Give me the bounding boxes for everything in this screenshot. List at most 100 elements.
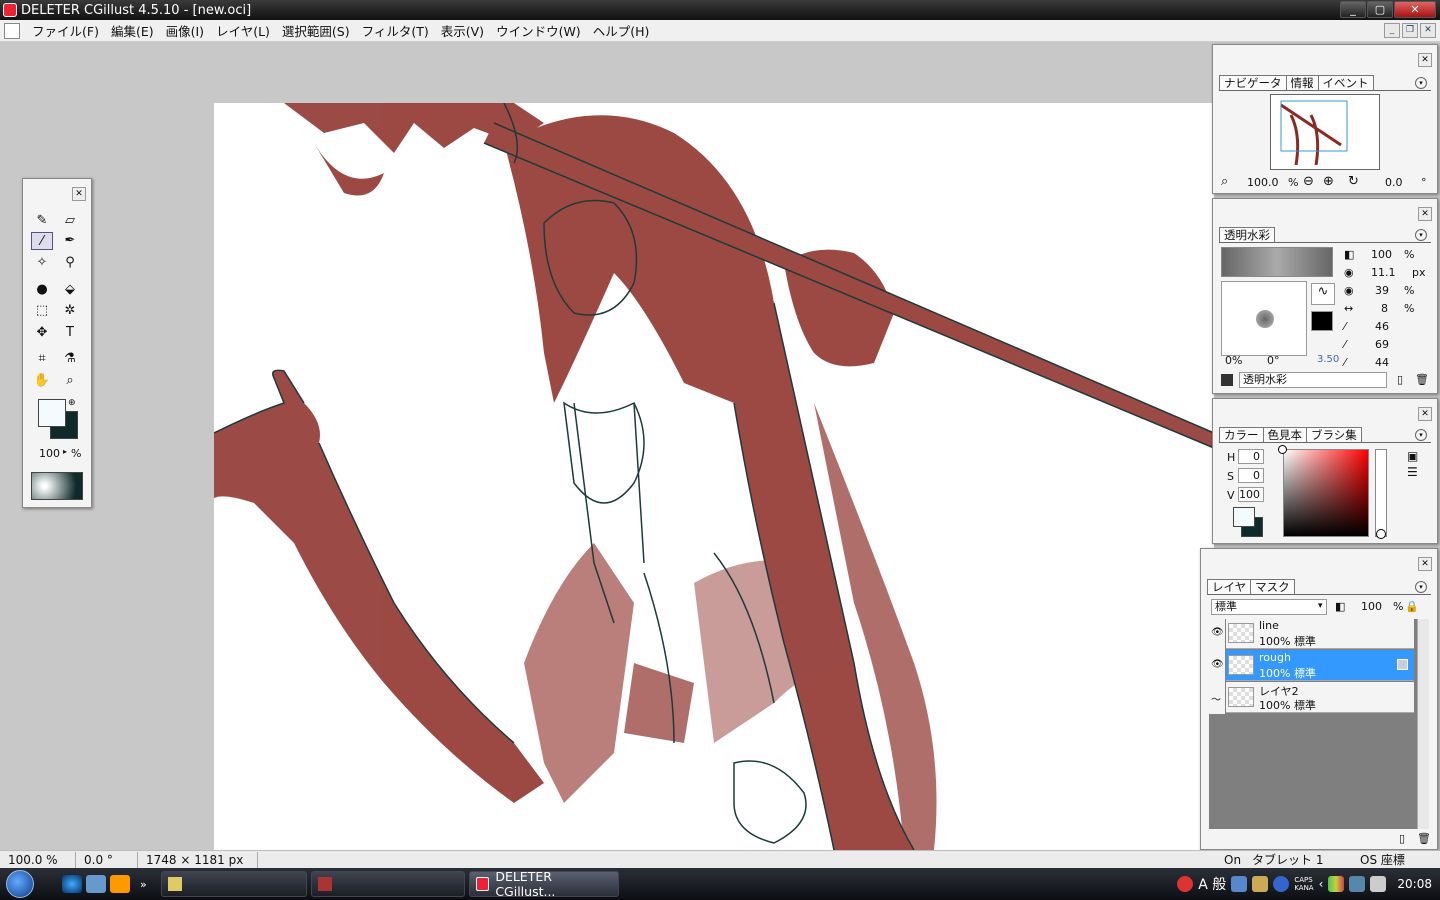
sv-picker-cursor[interactable] — [1278, 445, 1287, 454]
layer-row[interactable]: レイヤ2 100% 標準 — [1226, 682, 1414, 713]
rotate-icon[interactable]: ↻ — [1348, 174, 1359, 189]
layer-opacity[interactable]: 100 — [1361, 600, 1382, 613]
new-preset-icon[interactable]: ▯ — [1397, 373, 1403, 386]
brush-angle-deg[interactable]: 0° — [1267, 354, 1280, 367]
menu-file[interactable]: ファイル(F) — [26, 21, 105, 40]
navigator-preview[interactable] — [1270, 94, 1380, 170]
taskbar-button-deleter[interactable]: DELETER CGillust... — [468, 869, 619, 899]
brush-size[interactable]: 11.1 — [1371, 266, 1396, 279]
clock[interactable]: 20:08 — [1397, 877, 1432, 891]
more-icon[interactable]: » — [140, 878, 147, 891]
blend-mode-select[interactable]: 標準 — [1211, 599, 1327, 615]
layer-link-icon[interactable]: 〜 — [1211, 691, 1223, 706]
color-mode-icon[interactable]: ▣ — [1407, 449, 1418, 463]
sv-picker[interactable] — [1283, 449, 1369, 537]
visibility-eye-icon[interactable]: 👁 — [1211, 627, 1224, 639]
brush-spacing[interactable]: 8 — [1381, 302, 1388, 315]
ime-icon[interactable] — [1177, 876, 1194, 892]
menu-window[interactable]: ウインドウ(W) — [490, 21, 587, 40]
navigator-zoom-value[interactable]: 100.0 — [1247, 176, 1279, 189]
color-menu-icon[interactable]: ▾ — [1415, 429, 1427, 441]
tab-brush-set[interactable]: ブラシ集 — [1306, 427, 1362, 442]
value-field[interactable]: 100 — [1238, 487, 1264, 502]
zoom-out-icon[interactable]: ⌕ — [1221, 174, 1228, 189]
maximize-button[interactable]: ▢ — [1367, 1, 1393, 18]
brush-tip-preview[interactable] — [1221, 281, 1307, 356]
bucket-tool-icon[interactable]: ⬙ — [59, 281, 81, 299]
drawing-canvas[interactable] — [214, 103, 1214, 850]
text-tool-icon[interactable]: T — [59, 324, 81, 342]
visibility-eye-icon[interactable]: 👁 — [1211, 659, 1224, 671]
tab-layers[interactable]: レイヤ — [1207, 579, 1252, 594]
document-icon[interactable] — [4, 22, 20, 39]
tray-expand-icon[interactable]: ‹ — [1319, 877, 1324, 891]
desktop-icon[interactable] — [86, 875, 106, 893]
tab-info[interactable]: 情報 — [1285, 75, 1319, 90]
delete-layer-icon[interactable]: 🗑 — [1417, 832, 1431, 845]
brush-angle-pct[interactable]: 0% — [1225, 354, 1242, 367]
zoom-plus-icon[interactable]: ⊕ — [1323, 174, 1334, 189]
saturation-field[interactable]: 0 — [1238, 468, 1264, 483]
network-icon[interactable] — [1349, 876, 1366, 892]
brush-param2[interactable]: 69 — [1375, 338, 1389, 351]
menu-selection[interactable]: 選択範囲(S) — [276, 21, 356, 40]
navigator-angle-value[interactable]: 0.0 — [1385, 176, 1403, 189]
brush-param3[interactable]: 44 — [1375, 356, 1389, 369]
ime-tool-icon[interactable] — [1231, 876, 1248, 892]
brush-menu-icon[interactable]: ▾ — [1415, 229, 1427, 241]
menu-help[interactable]: ヘルプ(H) — [587, 21, 656, 40]
brush-tool-icon[interactable]: ⁄ — [31, 232, 53, 250]
pencil-tool-icon[interactable]: ✎ — [31, 212, 53, 230]
taskbar-button-blurred-2[interactable] — [310, 871, 465, 897]
color-close-icon[interactable]: ✕ — [1418, 407, 1432, 421]
brush-opacity[interactable]: 100 — [1371, 248, 1392, 261]
doc-restore-button[interactable]: ❐ — [1402, 23, 1418, 38]
menu-view[interactable]: 表示(V) — [435, 21, 490, 40]
color-fg-swatch[interactable] — [1233, 507, 1255, 527]
layer-row[interactable]: line 100% 標準 — [1226, 618, 1414, 649]
eyedropper-tool-icon[interactable]: ⚗ — [59, 350, 81, 368]
airbrush-tool-icon[interactable]: ✒ — [59, 232, 81, 250]
minimize-button[interactable]: _ — [1340, 1, 1366, 18]
ie-icon[interactable] — [62, 875, 82, 893]
tab-navigator[interactable]: ナビゲータ — [1219, 75, 1287, 90]
marquee-tool-icon[interactable]: ⬚ — [31, 302, 53, 320]
volume-icon[interactable] — [1370, 876, 1387, 892]
brush-param1[interactable]: 46 — [1375, 320, 1389, 333]
foreground-color-swatch[interactable] — [38, 399, 66, 427]
taskbar-button-blurred-1[interactable] — [160, 871, 307, 897]
hue-field[interactable]: 0 — [1238, 449, 1264, 464]
close-button[interactable]: ✕ — [1394, 1, 1436, 18]
brush-color-swatch[interactable] — [1311, 311, 1333, 331]
brush-close-icon[interactable]: ✕ — [1418, 207, 1432, 221]
brush-preset-name[interactable]: 透明水彩 — [1239, 372, 1387, 388]
layer-row[interactable]: rough 100% 標準 — [1226, 650, 1414, 681]
magic-wand-icon[interactable]: ✲ — [59, 302, 81, 320]
menu-layer[interactable]: レイヤ(L) — [210, 21, 276, 40]
brush-curve-value[interactable]: 3.50 — [1317, 354, 1339, 365]
lock-icon[interactable]: 🔒 — [1405, 600, 1419, 613]
blur-tool-icon[interactable]: ✧ — [31, 254, 53, 272]
zoom-tool-icon[interactable]: ⌕ — [59, 372, 81, 390]
start-button[interactable] — [0, 868, 40, 900]
layer-scrollbar[interactable] — [1417, 619, 1429, 829]
ime-pad-icon[interactable] — [1252, 876, 1269, 892]
toolbox-zoom-value[interactable]: 100 — [39, 447, 60, 460]
doc-minimize-button[interactable]: _ — [1384, 23, 1400, 38]
smudge-tool-icon[interactable]: ⚲ — [59, 254, 81, 272]
brush-stroke-preview[interactable] — [1221, 247, 1333, 277]
zoom-minus-icon[interactable]: ⊖ — [1303, 174, 1314, 189]
signal-icon[interactable] — [1328, 876, 1345, 892]
value-slider[interactable] — [1375, 449, 1387, 537]
menu-edit[interactable]: 編集(E) — [105, 21, 160, 40]
new-layer-icon[interactable]: ▯ — [1399, 832, 1405, 845]
tab-mask[interactable]: マスク — [1250, 579, 1295, 594]
tab-swatches[interactable]: 色見本 — [1262, 427, 1307, 442]
blend-mode-dropdown-icon[interactable]: ▾ — [1318, 601, 1323, 611]
crop-tool-icon[interactable]: ⌗ — [31, 350, 53, 368]
tab-brush[interactable]: 透明水彩 — [1219, 227, 1275, 242]
media-icon[interactable] — [110, 875, 130, 893]
tab-event[interactable]: イベント — [1317, 75, 1374, 90]
eraser-tool-icon[interactable]: ▱ — [59, 212, 81, 230]
fill-blob-tool-icon[interactable]: ● — [31, 281, 53, 299]
